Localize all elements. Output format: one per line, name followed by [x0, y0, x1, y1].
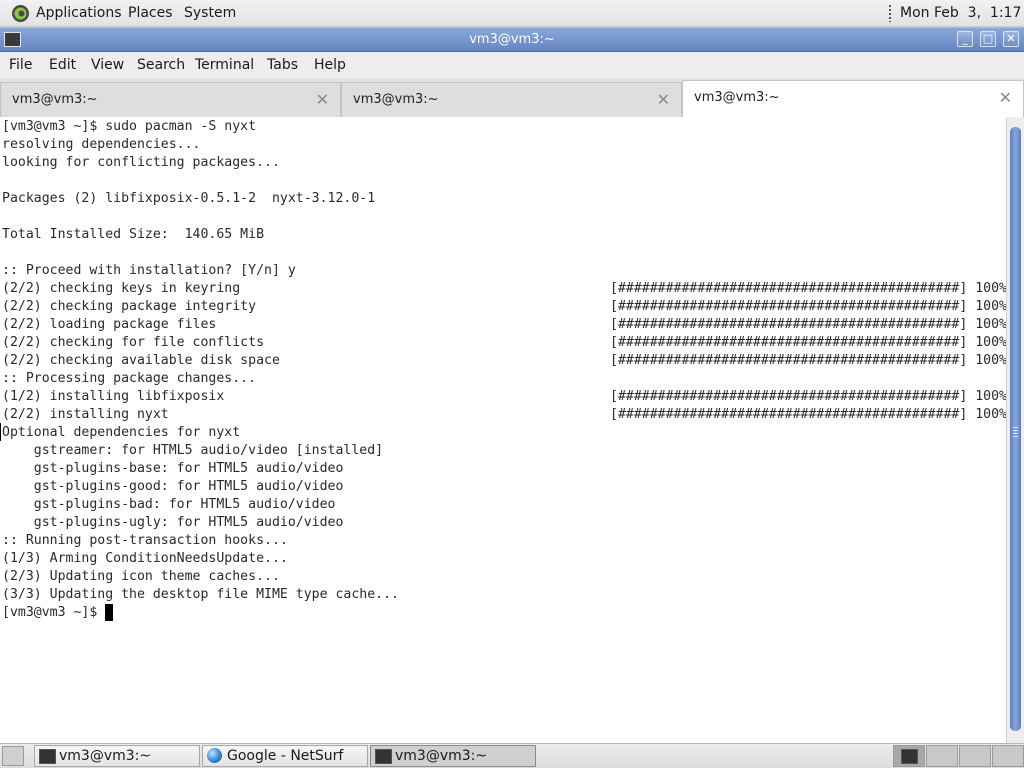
clock[interactable]: Mon Feb 3, 1:17 PM: [900, 0, 1024, 27]
taskbar-item-terminal-2[interactable]: vm3@vm3:~: [370, 745, 536, 767]
workspace-1[interactable]: [893, 745, 925, 767]
taskbar-item-terminal-1[interactable]: vm3@vm3:~: [34, 745, 200, 767]
top-panel: Applications Places System Mon Feb 3, 1:…: [0, 0, 1024, 27]
menu-help[interactable]: Help: [314, 52, 346, 78]
taskbar-label: Google - NetSurf: [227, 748, 344, 764]
menu-applications[interactable]: Applications: [36, 0, 122, 27]
tab-label: vm3@vm3:~: [353, 92, 439, 107]
progress-bar-text: [#######################################…: [610, 299, 1006, 314]
scrollbar-grip: [1013, 427, 1018, 437]
progress-bar-text: [#######################################…: [610, 353, 1006, 368]
tab-close-icon[interactable]: ✕: [316, 83, 329, 117]
window-titlebar[interactable]: vm3@vm3:~ _ □ ✕: [0, 27, 1024, 52]
tab-label: vm3@vm3:~: [12, 92, 98, 107]
terminal-cursor: [105, 604, 113, 621]
menu-terminal[interactable]: Terminal: [195, 52, 254, 78]
taskbar-item-netsurf[interactable]: Google - NetSurf: [202, 745, 368, 767]
workspace-2[interactable]: [926, 745, 958, 767]
tab-close-icon[interactable]: ✕: [657, 83, 670, 117]
bottom-panel: vm3@vm3:~ Google - NetSurf vm3@vm3:~: [0, 743, 1024, 768]
tab-label: vm3@vm3:~: [694, 90, 780, 105]
tab-3[interactable]: vm3@vm3:~ ✕: [682, 80, 1024, 117]
tab-1[interactable]: vm3@vm3:~ ✕: [0, 82, 341, 117]
taskbar-label: vm3@vm3:~: [395, 748, 488, 764]
menu-view[interactable]: View: [91, 52, 124, 78]
terminal-icon: [375, 749, 392, 764]
progress-bar-text: [#######################################…: [610, 281, 1006, 296]
applications-icon[interactable]: [11, 4, 30, 23]
menu-file[interactable]: File: [9, 52, 32, 78]
menu-search[interactable]: Search: [137, 52, 185, 78]
menubar: File Edit View Search Terminal Tabs Help: [0, 52, 1024, 78]
scrollbar-thumb[interactable]: [1010, 127, 1021, 731]
tab-2[interactable]: vm3@vm3:~ ✕: [341, 82, 682, 117]
tab-bar: vm3@vm3:~ ✕ vm3@vm3:~ ✕ vm3@vm3:~ ✕: [0, 78, 1024, 117]
terminal-output[interactable]: [vm3@vm3 ~]$ sudo pacman -S nyxt resolvi…: [0, 117, 1006, 743]
text-cursor-mark: [0, 423, 1, 441]
menu-places[interactable]: Places: [128, 0, 173, 27]
minimize-button[interactable]: _: [957, 31, 973, 47]
maximize-button[interactable]: □: [980, 31, 996, 47]
show-desktop-button[interactable]: [2, 746, 24, 766]
workspace-3[interactable]: [959, 745, 991, 767]
progress-bar-text: [#######################################…: [610, 389, 1006, 404]
tab-close-icon[interactable]: ✕: [999, 81, 1012, 115]
terminal-icon: [901, 749, 918, 764]
terminal-icon: [39, 749, 56, 764]
panel-separator: [889, 5, 891, 22]
menu-tabs[interactable]: Tabs: [267, 52, 298, 78]
terminal-text: [vm3@vm3 ~]$ sudo pacman -S nyxt resolvi…: [2, 119, 399, 620]
menu-edit[interactable]: Edit: [49, 52, 76, 78]
scrollbar[interactable]: [1006, 117, 1024, 743]
progress-bar-text: [#######################################…: [610, 317, 1006, 332]
close-button[interactable]: ✕: [1003, 31, 1019, 47]
workspace-4[interactable]: [992, 745, 1024, 767]
globe-icon: [207, 748, 222, 763]
taskbar-label: vm3@vm3:~: [59, 748, 152, 764]
progress-bar-text: [#######################################…: [610, 407, 1006, 422]
window-title: vm3@vm3:~: [469, 32, 555, 47]
menu-system[interactable]: System: [184, 0, 236, 27]
progress-bar-text: [#######################################…: [610, 335, 1006, 350]
